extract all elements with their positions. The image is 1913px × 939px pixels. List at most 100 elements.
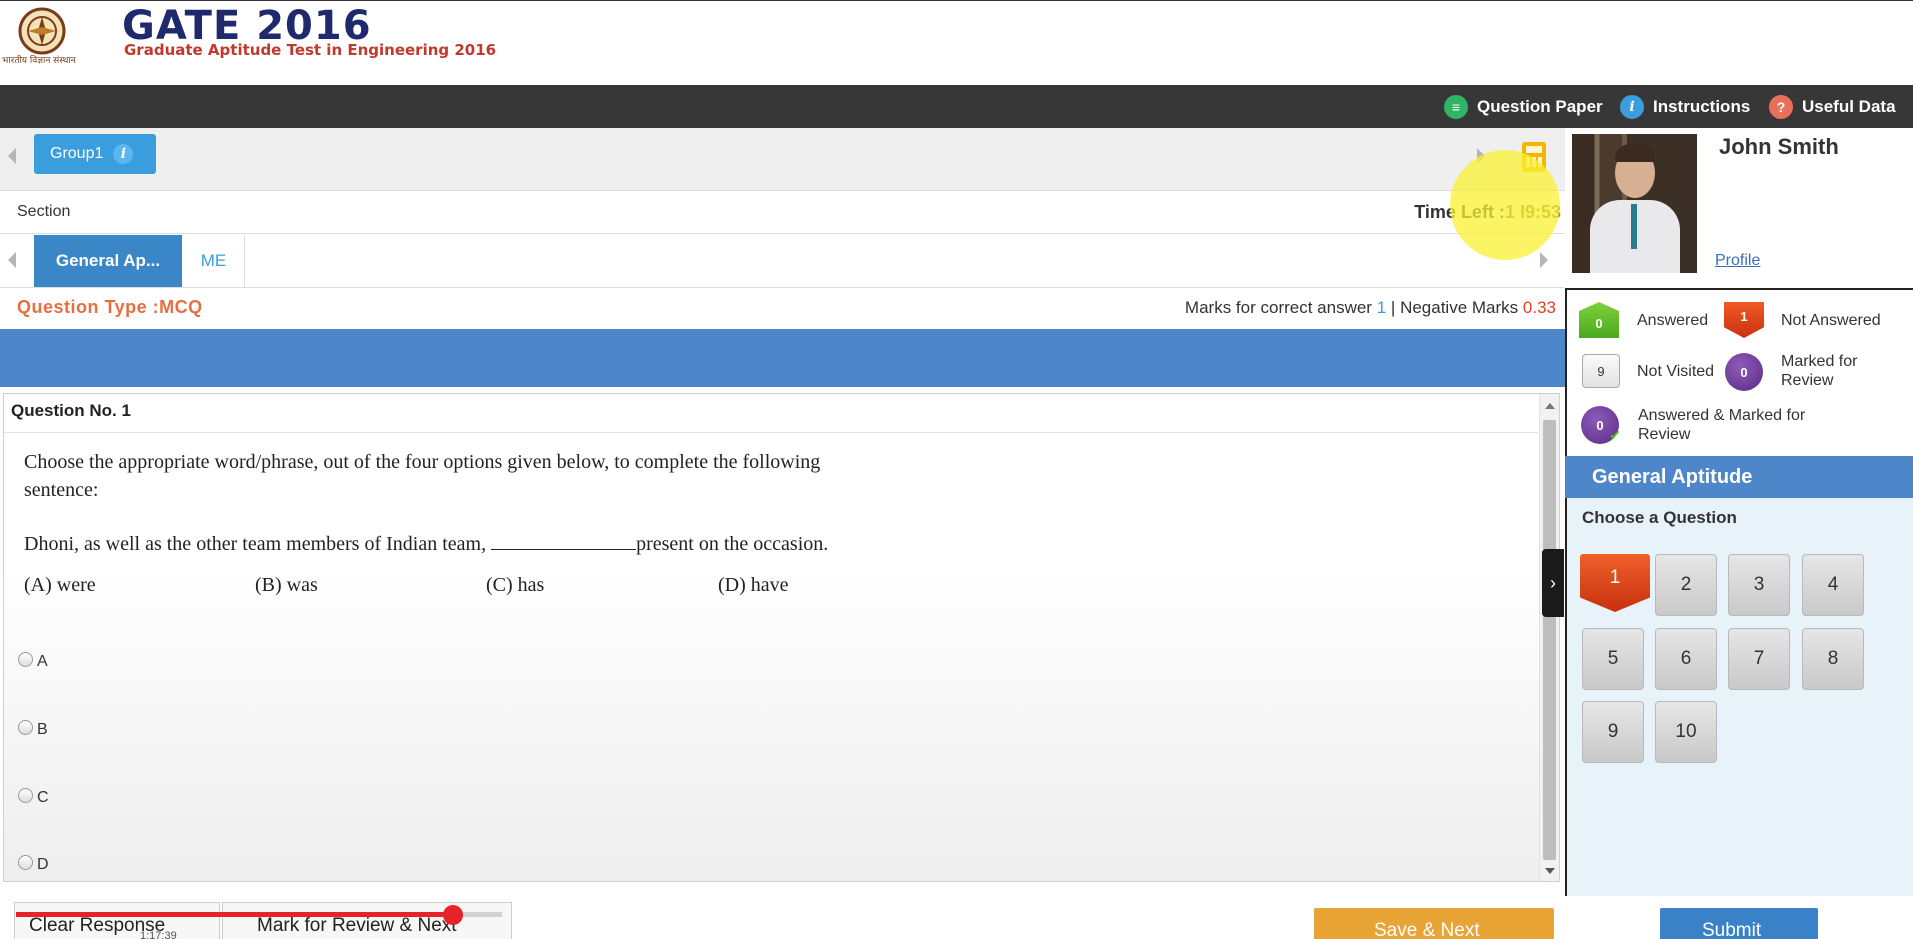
- option-c-text: (C) has: [486, 574, 544, 597]
- instructions-link[interactable]: i Instructions: [1620, 94, 1750, 120]
- radio-a-label: A: [37, 653, 48, 670]
- scroll-thumb[interactable]: [1543, 420, 1556, 860]
- radio-b[interactable]: [18, 719, 33, 735]
- option-b-text: (B) was: [255, 574, 318, 597]
- question-number: Question No. 1: [11, 401, 131, 420]
- option-d-value: have: [750, 574, 789, 596]
- radio-c-label: C: [37, 789, 49, 806]
- brand-subtitle: Graduate Aptitude Test in Engineering 20…: [124, 41, 497, 59]
- group-info-icon[interactable]: i: [113, 144, 134, 164]
- help-icon: ?: [1769, 95, 1793, 119]
- group-scroll-right-icon[interactable]: [1477, 148, 1485, 164]
- avatar: [1572, 134, 1697, 273]
- group-label: Group1: [50, 145, 104, 162]
- exam-screen: भारतीय विज्ञान संस्थान GATE 2016 Graduat…: [0, 0, 1913, 939]
- clear-response-button[interactable]: Clear Response: [14, 902, 220, 939]
- radio-d[interactable]: [18, 854, 33, 870]
- avatar-hair: [1615, 144, 1655, 162]
- negative-marks-value: 0.33: [1522, 298, 1556, 317]
- choose-question-label: Choose a Question: [1582, 508, 1737, 527]
- marks-separator: |: [1390, 298, 1396, 317]
- marked-review-label: Marked for Review: [1781, 353, 1858, 389]
- question-button-3[interactable]: 3: [1728, 554, 1790, 616]
- radio-c[interactable]: [18, 787, 33, 803]
- calculator-icon[interactable]: [1522, 142, 1546, 172]
- question-type: Question Type :MCQ: [17, 297, 203, 317]
- time-left-value-a: 1: [1504, 202, 1515, 222]
- question-button-6[interactable]: 6: [1655, 628, 1717, 690]
- mark-review-next-button[interactable]: Mark for Review & Next: [222, 902, 512, 939]
- question-stem-line1: Choose the appropriate word/phrase, out …: [24, 451, 821, 473]
- option-b-tag: (B): [255, 574, 282, 596]
- question-button-4[interactable]: 4: [1802, 554, 1864, 616]
- tab-scroll-right-icon[interactable]: [1540, 252, 1548, 268]
- scroll-down-icon[interactable]: [1545, 868, 1555, 874]
- video-time: 1:17:39: [140, 930, 177, 939]
- group-bar: Group1 i: [0, 128, 1565, 191]
- question-header-bar: [0, 329, 1565, 387]
- action-bar: Clear Response Mark for Review & Next Sa…: [0, 890, 1913, 939]
- question-button-8[interactable]: 8: [1802, 628, 1864, 690]
- save-next-button[interactable]: Save & Next: [1314, 908, 1554, 939]
- collapse-panel-chevron-icon[interactable]: ›: [1542, 549, 1564, 617]
- option-a-value: were: [56, 574, 96, 596]
- question-button-2[interactable]: 2: [1655, 554, 1717, 616]
- radio-d-label: D: [37, 856, 49, 873]
- status-legend: 0 Answered 1 Not Answered 9 Not Visited …: [1565, 288, 1913, 456]
- header: भारतीय विज्ञान संस्थान GATE 2016 Graduat…: [0, 0, 1913, 85]
- sentence-before: Dhoni, as well as the other team members…: [24, 533, 487, 555]
- question-button-10[interactable]: 10: [1655, 701, 1717, 763]
- time-left-value-b: 9:53: [1524, 202, 1561, 222]
- question-button-1[interactable]: 1: [1580, 554, 1650, 612]
- question-paper-icon: ≡: [1444, 95, 1468, 119]
- question-stem-line2: sentence:: [24, 479, 99, 501]
- question-button-7[interactable]: 7: [1728, 628, 1790, 690]
- sentence-after: present on the occasion.: [636, 533, 829, 555]
- question-paper-link[interactable]: ≡ Question Paper: [1444, 94, 1603, 120]
- question-sentence: Dhoni, as well as the other team members…: [24, 530, 828, 558]
- answered-marked-count: 0: [1596, 417, 1604, 433]
- not-answered-label: Not Answered: [1781, 312, 1881, 329]
- useful-data-label: Useful Data: [1802, 97, 1896, 116]
- marks-correct-label: Marks for correct answer: [1184, 298, 1372, 317]
- answer-option-c[interactable]: C: [18, 787, 49, 807]
- radio-a[interactable]: [18, 651, 33, 667]
- profile-link[interactable]: Profile: [1715, 252, 1760, 270]
- marks-correct-value: 1: [1376, 298, 1387, 317]
- marks-info: Marks for correct answer 1 | Negative Ma…: [1185, 298, 1556, 318]
- negative-marks-label: Negative Marks: [1400, 298, 1519, 317]
- answer-option-a[interactable]: A: [18, 651, 48, 671]
- question-button-5[interactable]: 5: [1582, 628, 1644, 690]
- marked-review-badge: 0: [1725, 353, 1763, 391]
- answered-marked-badge: 0 ✔: [1581, 406, 1621, 444]
- option-a-text: (A) were: [24, 574, 96, 597]
- option-c-tag: (C): [486, 574, 513, 596]
- answer-option-d[interactable]: D: [18, 854, 49, 874]
- not-answered-badge: 1: [1724, 302, 1764, 338]
- section-tabs: General Ap... ME: [0, 234, 1565, 288]
- emblem-caption: भारतीय विज्ञान संस्थान: [2, 56, 76, 66]
- tab-general-aptitude[interactable]: General Ap...: [34, 235, 182, 287]
- group-scroll-left-icon[interactable]: [8, 148, 16, 164]
- submit-button[interactable]: Submit: [1660, 908, 1818, 939]
- avatar-lanyard: [1631, 204, 1637, 249]
- time-left-label: Time Left :: [1414, 202, 1505, 222]
- not-visited-label: Not Visited: [1637, 363, 1715, 380]
- check-icon: ✔: [1609, 427, 1621, 443]
- palette-section-title: General Aptitude: [1565, 456, 1913, 498]
- question-divider: [4, 432, 1538, 433]
- not-visited-badge: 9: [1582, 354, 1620, 388]
- scroll-up-icon[interactable]: [1545, 403, 1555, 409]
- question-button-9[interactable]: 9: [1582, 701, 1644, 763]
- answer-option-b[interactable]: B: [18, 719, 48, 739]
- group-button[interactable]: Group1 i: [34, 134, 156, 174]
- question-scrollbar[interactable]: [1539, 394, 1559, 881]
- sentence-blank: [491, 532, 637, 550]
- answered-badge: 0: [1579, 302, 1619, 338]
- answered-marked-label: Answered & Marked for Review: [1638, 407, 1806, 443]
- tab-me[interactable]: ME: [183, 235, 245, 287]
- question-type-row: Question Type :MCQ Marks for correct ans…: [0, 289, 1565, 329]
- useful-data-link[interactable]: ? Useful Data: [1769, 94, 1896, 120]
- section-label: Section: [17, 203, 71, 220]
- tab-scroll-left-icon[interactable]: [8, 252, 16, 268]
